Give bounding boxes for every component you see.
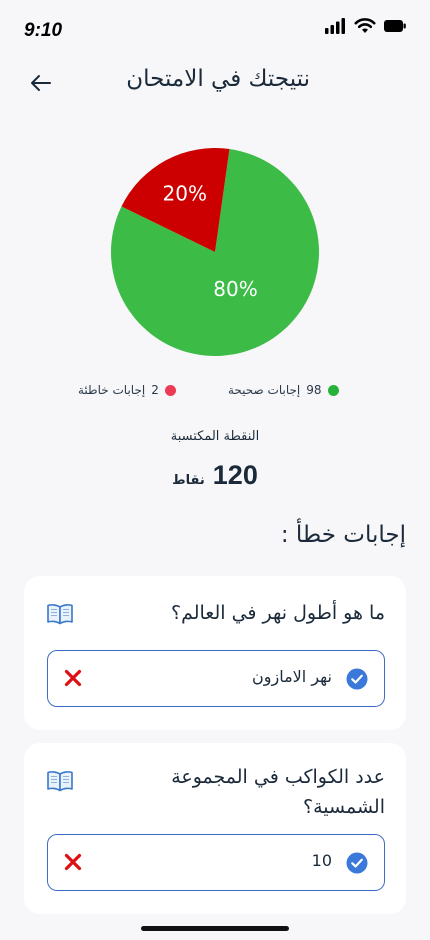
legend-correct-dot <box>327 384 339 396</box>
selected-answer[interactable]: نهر الامازون <box>47 650 385 707</box>
score-value: 120 <box>212 460 258 490</box>
back-button[interactable] <box>26 68 56 98</box>
wrong-x-icon <box>64 853 82 871</box>
status-icons <box>324 18 406 34</box>
pie-label-wrong: 20% <box>163 182 207 206</box>
selected-answer[interactable]: 10 <box>47 834 385 891</box>
legend-correct-count: 98 <box>306 383 322 397</box>
result-pie-chart: 80% 20% <box>110 147 320 357</box>
legend-wrong-count: 2 <box>151 383 159 397</box>
question-text: ما هو أطول نهر في العالم؟ <box>170 602 385 624</box>
pie-chart-svg: 80% 20% <box>111 148 319 356</box>
book-icon <box>47 604 73 625</box>
answer-text: 10 <box>311 851 332 870</box>
wrong-answers-title: إجابات خطأ : <box>280 522 406 548</box>
score-label: النقطة المكتسبة <box>170 429 260 444</box>
status-bar: 9:10 <box>0 0 430 60</box>
score-row: 120 نقاط <box>0 460 430 491</box>
legend-correct-label: إجابات صحيحة <box>228 383 301 397</box>
legend-wrong: 2 إجابات خاطئة <box>78 383 176 397</box>
score-unit: نقاط <box>172 473 205 488</box>
signal-icon <box>325 18 345 34</box>
wrong-x-icon <box>64 669 82 687</box>
legend-wrong-label: إجابات خاطئة <box>78 383 146 397</box>
status-time: 9:10 <box>24 20 63 41</box>
page-title: نتيجتك في الامتحان <box>126 66 310 92</box>
legend-correct: 98 إجابات صحيحة <box>228 383 339 397</box>
arrow-left-icon <box>31 75 51 91</box>
header: نتيجتك في الامتحان <box>0 58 430 108</box>
wifi-icon <box>354 18 376 33</box>
wrong-answer-card: ما هو أطول نهر في العالم؟ نهر الامازون <box>24 576 406 730</box>
home-indicator <box>141 926 289 931</box>
legend-wrong-dot <box>164 384 176 396</box>
wrong-answer-card: عدد الكواكب في المجموعة الشمسية؟ 10 <box>24 743 406 914</box>
question-text: عدد الكواكب في المجموعة الشمسية؟ <box>171 766 385 818</box>
check-circle-icon <box>346 668 368 690</box>
answer-text: نهر الامازون <box>252 667 332 686</box>
battery-icon <box>384 20 406 32</box>
book-icon <box>47 771 73 792</box>
check-circle-icon <box>346 852 368 874</box>
pie-label-correct: 80% <box>213 277 257 301</box>
